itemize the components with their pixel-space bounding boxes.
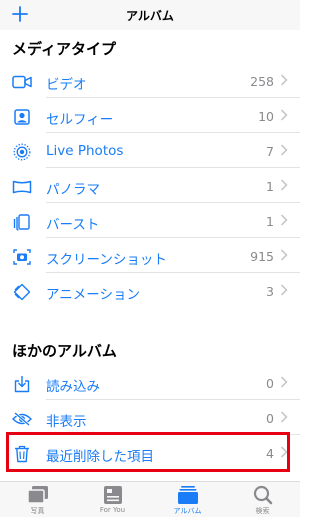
- for-you-tab-icon: [101, 485, 125, 505]
- import-icon: [12, 375, 32, 393]
- album-count: 0: [266, 376, 274, 391]
- burst-icon: [12, 213, 32, 231]
- album-row-selfies[interactable]: セルフィー 10: [0, 99, 300, 133]
- row-divider: [46, 399, 300, 400]
- row-divider: [46, 97, 300, 98]
- album-label: アニメーション: [46, 287, 140, 303]
- album-count: 10: [258, 109, 274, 124]
- row-divider: [46, 132, 300, 133]
- tab-label: 検索: [255, 507, 270, 515]
- chevron-right-icon: [280, 411, 290, 425]
- album-label: 非表示: [46, 414, 87, 430]
- album-count: 0: [266, 411, 274, 426]
- album-label: セルフィー: [46, 112, 114, 128]
- album-label: 読み込み: [46, 379, 100, 395]
- album-count: 1: [266, 214, 274, 229]
- album-label: バースト: [46, 217, 100, 233]
- hidden-icon: [12, 410, 32, 428]
- chevron-right-icon: [280, 144, 290, 158]
- chevron-right-icon: [280, 109, 290, 123]
- row-divider: [46, 202, 300, 203]
- row-divider: [46, 167, 300, 168]
- album-label: スクリーンショット: [46, 252, 167, 268]
- album-row-panorama[interactable]: パノラマ 1: [0, 169, 300, 203]
- album-label: Live Photos: [46, 143, 124, 159]
- tab-label: 写真: [30, 507, 45, 515]
- chevron-right-icon: [280, 179, 290, 193]
- album-label: ビデオ: [46, 77, 87, 93]
- album-count: 258: [250, 74, 274, 89]
- highlight-box: [6, 432, 290, 472]
- search-tab-icon: [251, 485, 275, 505]
- navigation-bar: アルバム: [0, 0, 300, 30]
- album-row-video[interactable]: ビデオ 258: [0, 64, 300, 98]
- album-row-burst[interactable]: バースト 1: [0, 204, 300, 238]
- portrait-icon: [12, 108, 32, 126]
- chevron-right-icon: [280, 249, 290, 263]
- video-icon: [12, 73, 32, 91]
- tab-albums[interactable]: アルバム: [150, 482, 225, 517]
- chevron-right-icon: [280, 74, 290, 88]
- album-count: 1: [266, 179, 274, 194]
- tab-for-you[interactable]: For You: [75, 482, 150, 517]
- row-divider: [46, 237, 300, 238]
- tab-label: For You: [99, 506, 126, 514]
- album-count: 7: [266, 144, 274, 159]
- panorama-icon: [12, 178, 32, 196]
- album-label: パノラマ: [46, 182, 100, 198]
- chevron-right-icon: [280, 376, 290, 390]
- tab-bar: 写真 For You アルバム 検索: [0, 481, 300, 517]
- albums-tab-icon: [176, 485, 200, 505]
- row-divider: [46, 272, 300, 273]
- live-photos-icon: [12, 143, 32, 161]
- tab-label: アルバム: [173, 507, 202, 515]
- other-albums-heading: ほかのアルバム: [12, 342, 117, 360]
- album-row-live-photos[interactable]: Live Photos 7: [0, 134, 300, 168]
- album-row-animated[interactable]: アニメーション 3: [0, 274, 300, 308]
- album-row-hidden[interactable]: 非表示 0: [0, 401, 300, 435]
- animation-icon: [12, 283, 32, 301]
- album-row-screenshots[interactable]: スクリーンショット 915: [0, 239, 300, 273]
- tab-search[interactable]: 検索: [225, 482, 300, 517]
- screenshot-icon: [12, 248, 32, 266]
- photos-tab-icon: [26, 485, 50, 505]
- tab-photos[interactable]: 写真: [0, 482, 75, 517]
- chevron-right-icon: [280, 284, 290, 298]
- album-row-imports[interactable]: 読み込み 0: [0, 366, 300, 400]
- chevron-right-icon: [280, 214, 290, 228]
- album-count: 3: [266, 284, 274, 299]
- media-types-heading: メディアタイプ: [12, 40, 116, 58]
- albums-screen: アルバム メディアタイプ ビデオ 258 セルフィー 10 Live Photo…: [0, 0, 300, 517]
- album-count: 915: [250, 249, 274, 264]
- page-title: アルバム: [126, 9, 174, 23]
